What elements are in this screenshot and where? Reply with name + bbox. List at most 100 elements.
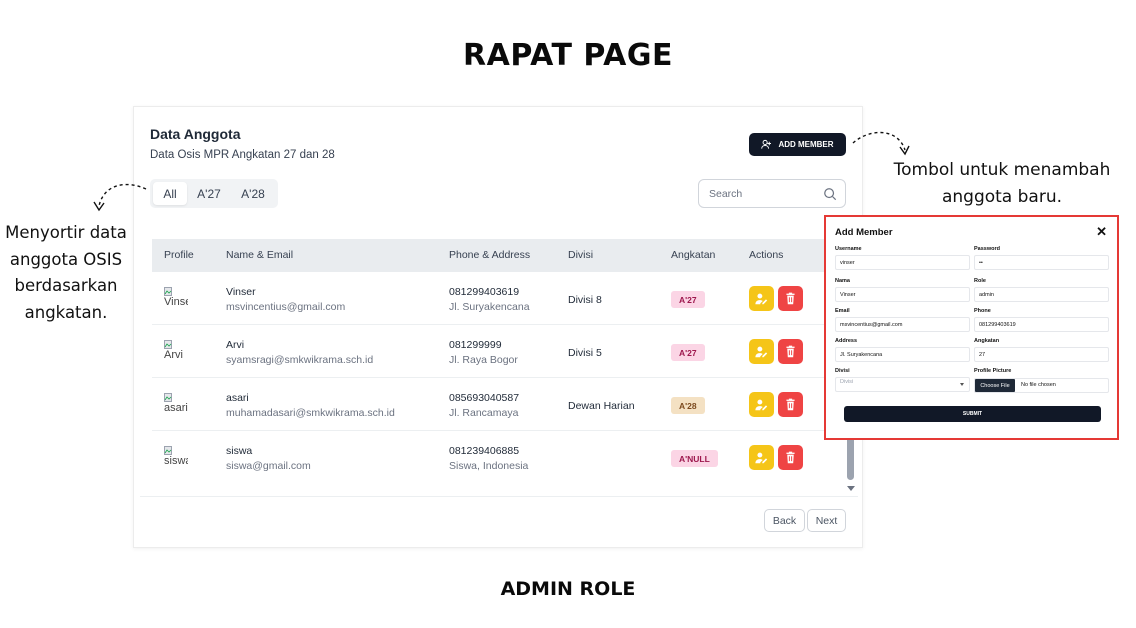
filter-a27[interactable]: A'27 [187, 182, 231, 205]
members-card: Data Anggota Data Osis MPR Angkatan 27 d… [133, 106, 863, 548]
back-button[interactable]: Back [764, 509, 805, 532]
search-icon [824, 188, 837, 201]
edit-user-icon [755, 399, 768, 411]
add-member-button[interactable]: ADD MEMBER [749, 133, 846, 156]
member-name: Arvi [226, 339, 245, 351]
role-label: Role [974, 278, 986, 284]
table-header: Profile Name & Email Phone & Address Div… [152, 239, 846, 272]
profile-picture-input[interactable]: Choose File No file chosen [974, 378, 1109, 393]
role-field[interactable]: admin [974, 287, 1109, 302]
filter-all[interactable]: All [153, 182, 187, 205]
member-email: syamsragi@smkwikrama.sch.id [226, 354, 374, 366]
edit-button[interactable] [749, 392, 774, 417]
member-address: Jl. Suryakencana [449, 301, 530, 313]
edit-user-icon [755, 293, 768, 305]
edit-button[interactable] [749, 339, 774, 364]
username-field[interactable]: vinser [835, 255, 970, 270]
modal-title: Add Member [835, 227, 893, 238]
trash-icon [786, 451, 795, 464]
member-name: siswa [226, 445, 253, 457]
email-field[interactable]: msvincentius@gmail.com [835, 317, 970, 332]
username-label: Username [835, 246, 862, 252]
member-address: Siswa, Indonesia [449, 460, 529, 472]
profile-image: asari [164, 402, 188, 414]
member-email: msvincentius@gmail.com [226, 301, 346, 313]
member-phone: 081299403619 [449, 286, 520, 298]
phone-label: Phone [974, 308, 991, 314]
table-row: siswa siswa siswa@gmail.com 081239406885… [152, 431, 846, 484]
divisi-label: Divisi [835, 368, 850, 374]
page-title: RAPAT PAGE [463, 38, 673, 73]
column-header-phone: Phone & Address [449, 249, 531, 261]
trash-icon [786, 398, 795, 411]
member-email: muhamadasari@smkwikrama.sch.id [226, 407, 395, 419]
divisi-select-value: Divisi [840, 379, 854, 385]
delete-button[interactable] [778, 286, 803, 311]
table-row: asari asari muhamadasari@smkwikrama.sch.… [152, 378, 846, 431]
trash-icon [786, 345, 795, 358]
member-name: asari [226, 392, 249, 404]
footer-title: ADMIN ROLE [500, 578, 636, 600]
edit-button[interactable] [749, 286, 774, 311]
filter-a28[interactable]: A'28 [231, 182, 275, 205]
user-plus-icon [761, 139, 772, 149]
delete-button[interactable] [778, 392, 803, 417]
angkatan-field[interactable]: 27 [974, 347, 1109, 362]
delete-button[interactable] [778, 445, 803, 470]
member-divisi: Divisi 8 [568, 294, 602, 306]
profile-picture-label: Profile Picture [974, 368, 1012, 374]
edit-user-icon [755, 452, 768, 464]
scroll-down-arrow-icon[interactable] [847, 486, 855, 491]
address-label: Address [835, 338, 858, 344]
column-header-angkatan: Angkatan [671, 249, 716, 261]
file-status: No file chosen [1021, 382, 1056, 388]
divisi-select[interactable]: Divisi [835, 377, 970, 392]
password-field[interactable]: •• [974, 255, 1109, 270]
member-phone: 085693040587 [449, 392, 520, 404]
add-member-annotation: Tombol untuk menambah anggota baru. [893, 160, 1111, 207]
add-member-label: ADD MEMBER [778, 140, 834, 149]
profile-image: siswa [164, 455, 188, 467]
phone-field[interactable]: 081299403619 [974, 317, 1109, 332]
chevron-down-icon [960, 383, 964, 386]
edit-button[interactable] [749, 445, 774, 470]
member-address: Jl. Rancamaya [449, 407, 519, 419]
curved-arrow-icon [852, 131, 910, 156]
member-email: siswa@gmail.com [226, 460, 311, 472]
column-header-divisi: Divisi [568, 249, 594, 261]
choose-file-button[interactable]: Choose File [975, 379, 1015, 392]
member-phone: 081299999 [449, 339, 502, 351]
address-field[interactable]: Jl. Suryakencana [835, 347, 970, 362]
curved-arrow-icon [93, 183, 147, 212]
search-placeholder: Search [709, 187, 743, 200]
profile-image: Arvi [164, 349, 183, 361]
edit-user-icon [755, 346, 768, 358]
table-row: Vinser Vinser msvincentius@gmail.com 081… [152, 272, 846, 325]
next-button[interactable]: Next [807, 509, 846, 532]
angkatan-label: Angkatan [974, 338, 1000, 344]
member-phone: 081239406885 [449, 445, 520, 457]
angkatan-badge: A'NULL [671, 450, 718, 467]
broken-image-icon [164, 287, 172, 296]
nama-field[interactable]: Vinser [835, 287, 970, 302]
broken-image-icon [164, 393, 172, 402]
card-title: Data Anggota [150, 126, 241, 142]
submit-button[interactable]: SUBMIT [844, 406, 1101, 422]
angkatan-badge: A'27 [671, 291, 705, 308]
add-member-modal: Add Member ✕ Username vinser Password ••… [824, 215, 1119, 440]
broken-image-icon [164, 446, 172, 455]
member-name: Vinser [226, 286, 256, 298]
search-input[interactable]: Search [698, 179, 846, 208]
filter-annotation: Menyortir data anggota OSIS berdasarkan … [5, 223, 127, 322]
column-header-name: Name & Email [226, 249, 294, 261]
email-label: Email [835, 308, 850, 314]
close-icon[interactable]: ✕ [1096, 225, 1107, 238]
trash-icon [786, 292, 795, 305]
table-row: Arvi Arvi syamsragi@smkwikrama.sch.id 08… [152, 325, 846, 378]
card-subtitle: Data Osis MPR Angkatan 27 dan 28 [150, 149, 335, 161]
angkatan-filter-group: All A'27 A'28 [150, 179, 278, 208]
divider [140, 496, 858, 497]
column-header-actions: Actions [749, 249, 784, 261]
delete-button[interactable] [778, 339, 803, 364]
member-address: Jl. Raya Bogor [449, 354, 518, 366]
